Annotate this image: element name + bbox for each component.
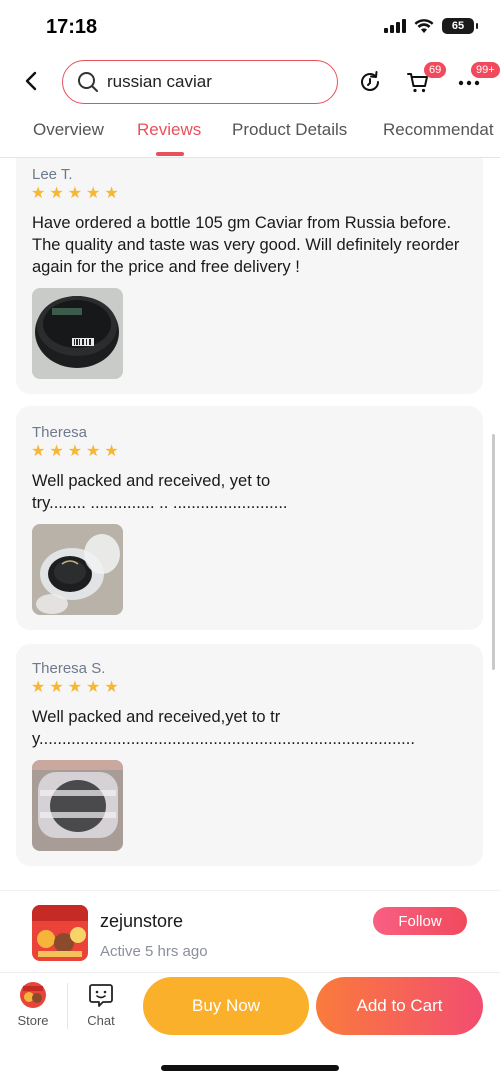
scrollbar[interactable] [492,434,495,670]
status-time: 17:18 [46,16,98,38]
star-rating: ★ ★ ★ ★ ★ [31,680,119,696]
follow-button[interactable]: Follow [373,907,467,935]
cart-badge: 69 [424,62,447,78]
header: 69 99+ [0,58,500,106]
tab-overview[interactable]: Overview [33,120,104,140]
reviewer-name: Theresa [32,424,88,441]
store-icon [20,982,46,1008]
more-icon [458,80,480,86]
star-icon: ★ [104,443,119,460]
battery-indicator: 65 [442,18,478,34]
star-icon: ★ [67,185,83,202]
review-card: Lee T. ★ ★ ★ ★ ★ Have ordered a bottle 1… [16,158,483,394]
signal-icon [384,19,406,33]
tab-product-details[interactable]: Product Details [232,120,347,140]
wrapped-package-photo-icon [32,760,123,851]
chat-tab[interactable]: Chat [76,981,126,1028]
buy-now-button[interactable]: Buy Now [143,977,309,1035]
tab-reviews[interactable]: Reviews [137,120,201,140]
history-icon [361,71,379,91]
store-name[interactable]: zejunstore [100,911,183,932]
caviar-tin-photo-icon [32,288,123,379]
chevron-left-icon [25,71,37,91]
store-logo-icon [32,905,88,961]
store-avatar[interactable] [32,905,88,961]
store-bar: zejunstore Active 5 hrs ago Follow [0,890,500,972]
search-input[interactable] [107,72,307,92]
star-icon: ★ [49,679,64,696]
star-rating: ★ ★ ★ ★ ★ [31,186,119,202]
store-tab-label: Store [17,1013,49,1028]
home-indicator [161,1065,339,1071]
star-icon: ★ [67,443,83,460]
reviewer-name: Theresa S. [32,660,106,677]
star-icon: ★ [86,443,101,460]
star-icon: ★ [31,679,46,696]
more-badge: 99+ [471,62,500,78]
star-rating: ★ ★ ★ ★ ★ [31,444,119,460]
star-icon: ★ [86,185,101,202]
bottom-action-bar: Store Chat Buy Now Add to Cart [0,972,500,1080]
review-text: Well packed and received, yet to try....… [32,472,288,512]
review-text: Have ordered a bottle 105 gm Caviar from… [32,214,460,276]
star-icon: ★ [49,185,64,202]
chat-tab-label: Chat [87,1013,115,1028]
divider [67,983,68,1029]
bubble-wrapped-tin-photo-icon [32,524,123,615]
star-icon: ★ [49,443,64,460]
review-photo[interactable] [32,760,123,851]
review-photo[interactable] [32,524,123,615]
tab-recommendations[interactable]: Recommendat [383,120,494,140]
status-icons: 65 [384,18,478,34]
tab-bar: Overview Reviews Product Details Recomme… [0,112,500,158]
more-button[interactable]: 99+ [455,62,500,96]
history-button[interactable] [356,68,384,96]
store-active-status: Active 5 hrs ago [100,943,208,960]
store-tab[interactable]: Store [8,981,58,1028]
cart-button[interactable]: 69 [404,62,447,96]
star-icon: ★ [67,679,83,696]
search-box[interactable] [62,60,338,104]
active-tab-indicator [156,152,184,156]
status-bar: 17:18 65 [0,0,500,52]
star-icon: ★ [86,679,101,696]
review-card: Theresa ★ ★ ★ ★ ★ Well packed and receiv… [16,406,483,630]
wifi-icon [414,18,434,33]
review-text: Well packed and received,yet to try.....… [32,708,415,748]
star-icon: ★ [104,185,119,202]
add-to-cart-button[interactable]: Add to Cart [316,977,483,1035]
star-icon: ★ [104,679,119,696]
search-icon [78,72,98,92]
chat-icon [89,984,113,1007]
reviews-list[interactable]: Lee T. ★ ★ ★ ★ ★ Have ordered a bottle 1… [0,158,500,880]
review-card: Theresa S. ★ ★ ★ ★ ★ Well packed and rec… [16,644,483,866]
star-icon: ★ [31,443,46,460]
back-button[interactable] [18,68,44,94]
reviewer-name: Lee T. [32,166,73,183]
review-photo[interactable] [32,288,123,379]
star-icon: ★ [31,185,46,202]
